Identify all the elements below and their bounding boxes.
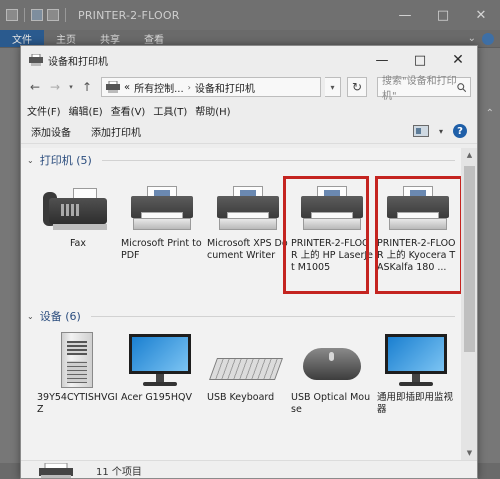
monitor-icon xyxy=(125,330,195,388)
printers-group-title: 打印机 (5) xyxy=(39,154,92,167)
breadcrumb-control-panel[interactable]: 所有控制... xyxy=(134,80,184,95)
device-label: Acer G195HQV xyxy=(121,392,192,403)
status-devices-icon xyxy=(39,463,73,478)
highlight-box-kyocera xyxy=(375,176,461,294)
breadcrumb-overflow[interactable]: « xyxy=(124,82,130,93)
highlight-box-hp xyxy=(283,176,369,294)
help-button[interactable]: ? xyxy=(453,124,467,138)
background-window-title: PRINTER-2-FLOOR xyxy=(78,8,180,22)
back-button[interactable]: ← xyxy=(27,78,43,96)
device-label: 通用即插即用监视器 xyxy=(377,392,454,415)
background-minimize-button[interactable]: — xyxy=(386,0,424,30)
printers-group-header[interactable]: ⌄ 打印机 (5) xyxy=(27,152,455,168)
device-item-print-to-pdf[interactable]: Microsoft Print to PDF xyxy=(119,176,203,262)
up-button[interactable]: ↑ xyxy=(79,78,95,96)
scroll-up-icon[interactable]: ▲ xyxy=(461,148,477,162)
search-icon xyxy=(457,82,466,92)
device-label: 39Y54CYTISHVGIZ xyxy=(37,392,118,415)
fax-icon xyxy=(41,176,111,234)
menu-help[interactable]: 帮助(H) xyxy=(195,103,230,118)
address-dropdown-chevron-icon[interactable]: ▾ xyxy=(325,77,341,97)
help-icon[interactable] xyxy=(482,32,494,45)
divider xyxy=(65,8,66,22)
address-bar[interactable]: « 所有控制... › 设备和打印机 xyxy=(101,77,321,97)
background-window-controls: — □ ✕ xyxy=(386,0,500,30)
scroll-down-icon[interactable]: ▼ xyxy=(461,446,477,460)
change-view-icon[interactable] xyxy=(412,125,429,137)
keyboard-icon xyxy=(208,330,284,388)
command-bar: 添加设备 添加打印机 ▾ ? xyxy=(21,120,477,144)
device-item-acer-monitor[interactable]: Acer G195HQV xyxy=(119,330,203,404)
devices-and-printers-window: 设备和打印机 — □ ✕ ← → ▾ ↑ « 所有控制... › 设备和打印机 … xyxy=(20,45,478,479)
chevron-down-icon[interactable]: ⌄ xyxy=(468,33,476,44)
navigation-bar: ← → ▾ ↑ « 所有控制... › 设备和打印机 ▾ ↻ 搜索"设备和打印机… xyxy=(21,74,477,102)
device-item-pnp-monitor[interactable]: 通用即插即用监视器 xyxy=(375,330,459,416)
chevron-down-icon[interactable]: ⌄ xyxy=(27,156,34,165)
recent-locations-chevron-icon[interactable]: ▾ xyxy=(67,78,75,96)
chevron-up-icon[interactable]: ⌃ xyxy=(486,108,494,119)
menu-view[interactable]: 查看(V) xyxy=(111,103,146,118)
menu-file[interactable]: 文件(F) xyxy=(27,103,61,118)
menu-edit[interactable]: 编辑(E) xyxy=(69,103,103,118)
item-count: 11 个项目 xyxy=(96,467,142,478)
menu-tools[interactable]: 工具(T) xyxy=(153,103,187,118)
status-bar: 11 个项目 xyxy=(21,460,477,478)
device-item-computer[interactable]: 39Y54CYTISHVGIZ xyxy=(35,330,119,416)
add-device-button[interactable]: 添加设备 xyxy=(31,124,71,139)
device-label: Microsoft Print to PDF xyxy=(121,238,202,261)
window-titlebar: 设备和打印机 — □ ✕ xyxy=(21,46,477,74)
divider xyxy=(101,159,455,161)
chevron-right-icon[interactable]: › xyxy=(188,83,191,92)
divider xyxy=(24,8,25,22)
properties-icon[interactable] xyxy=(31,9,43,21)
close-button[interactable]: ✕ xyxy=(439,46,477,74)
chevron-down-icon[interactable]: ⌄ xyxy=(27,312,34,321)
devices-group-header[interactable]: ⌄ 设备 (6) xyxy=(27,308,455,324)
menu-bar: 文件(F) 编辑(E) 查看(V) 工具(T) 帮助(H) xyxy=(21,100,477,120)
command-bar-right: ▾ ? xyxy=(412,124,467,138)
search-placeholder: 搜索"设备和打印机" xyxy=(382,76,457,102)
mouse-icon xyxy=(295,330,365,388)
devices-group-title: 设备 (6) xyxy=(39,310,81,323)
vertical-scrollbar[interactable]: ▲ ▼ xyxy=(461,148,477,460)
control-panel-icon xyxy=(106,81,120,93)
window-controls: — □ ✕ xyxy=(363,46,477,74)
monitor-icon xyxy=(381,330,451,388)
scrollbar-thumb[interactable] xyxy=(464,166,475,352)
folder-icon xyxy=(6,9,18,21)
breadcrumb-devices-printers[interactable]: 设备和打印机 xyxy=(195,80,255,95)
view-options-chevron-icon[interactable]: ▾ xyxy=(439,127,443,136)
forward-button[interactable]: → xyxy=(47,78,63,96)
computer-icon xyxy=(41,330,111,388)
device-item-fax[interactable]: Fax xyxy=(35,176,119,250)
new-folder-icon[interactable] xyxy=(47,9,59,21)
background-titlebar: PRINTER-2-FLOOR — □ ✕ xyxy=(0,0,500,30)
background-maximize-button[interactable]: □ xyxy=(424,0,462,30)
device-label: Microsoft XPS Document Writer xyxy=(207,238,288,261)
printer-icon xyxy=(125,176,195,234)
device-label: USB Keyboard xyxy=(207,392,275,403)
device-label: USB Optical Mouse xyxy=(291,392,371,415)
window-title: 设备和打印机 xyxy=(48,56,108,68)
background-close-button[interactable]: ✕ xyxy=(462,0,500,30)
divider xyxy=(90,315,455,317)
refresh-button[interactable]: ↻ xyxy=(347,77,367,97)
maximize-button[interactable]: □ xyxy=(401,46,439,74)
search-input[interactable]: 搜索"设备和打印机" xyxy=(377,76,471,102)
devices-content-area: ⌄ 打印机 (5) Fax Microsoft Print to PDF Mic… xyxy=(21,148,461,460)
device-item-usb-mouse[interactable]: USB Optical Mouse xyxy=(289,330,373,416)
device-label: Fax xyxy=(69,238,87,249)
device-item-usb-keyboard[interactable]: USB Keyboard xyxy=(205,330,289,404)
devices-printers-icon xyxy=(29,54,43,66)
minimize-button[interactable]: — xyxy=(363,46,401,74)
printer-icon xyxy=(211,176,281,234)
add-printer-button[interactable]: 添加打印机 xyxy=(91,124,141,139)
device-item-xps-writer[interactable]: Microsoft XPS Document Writer xyxy=(205,176,289,262)
